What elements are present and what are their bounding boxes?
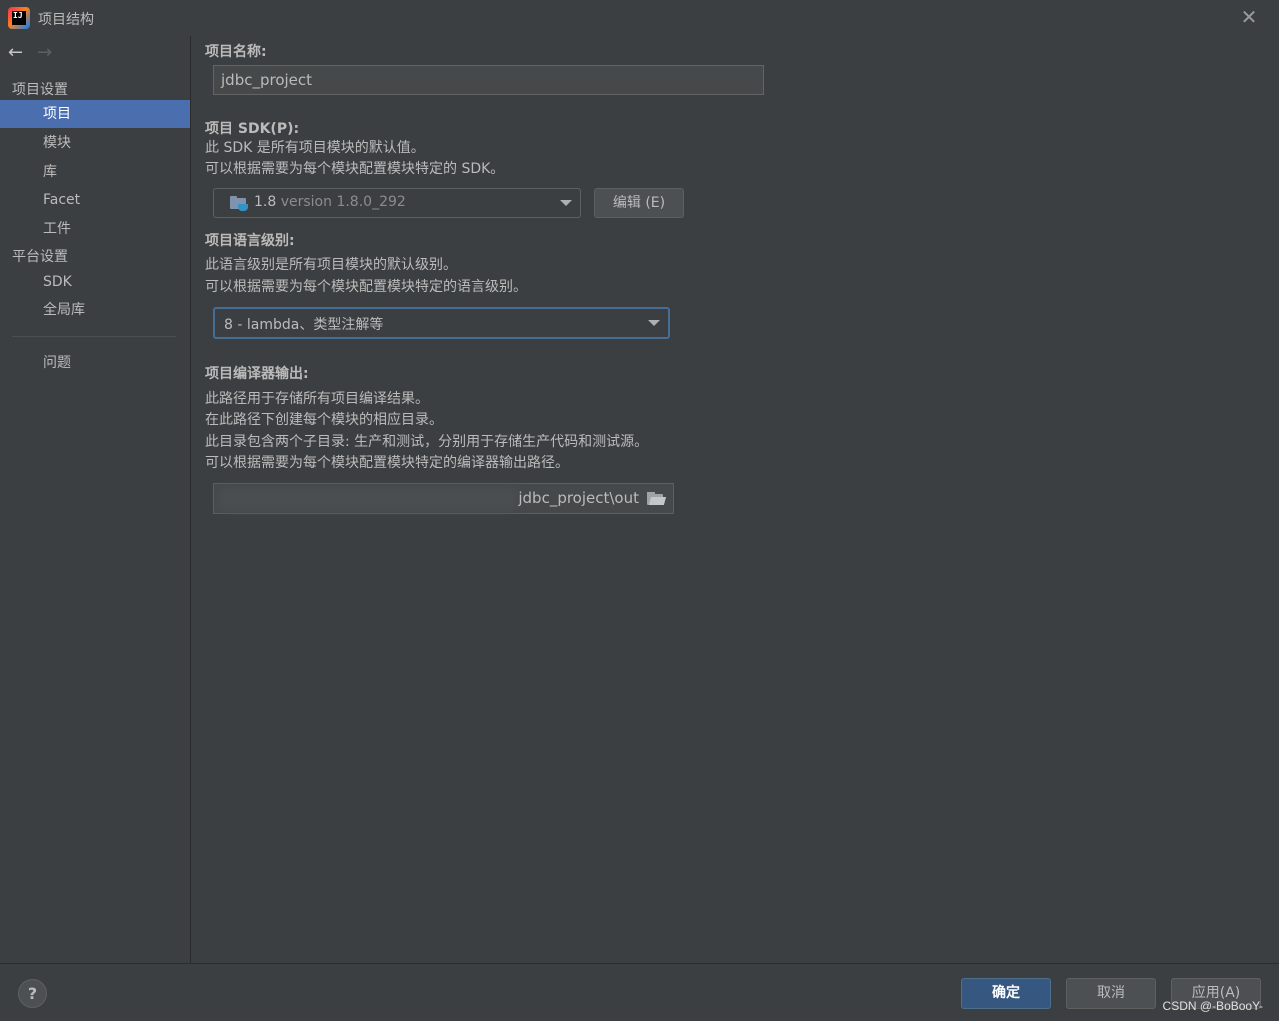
project-name-input[interactable]: jdbc_project (213, 65, 764, 95)
language-level-dropdown[interactable]: 8 - lambda、类型注解等 (213, 307, 670, 339)
csdn-watermark: CSDN @-BoBooY- (1162, 999, 1263, 1013)
sidebar-divider (12, 336, 176, 337)
redacted-path-blur (218, 487, 518, 511)
sdk-version-detail: version 1.8.0_292 (280, 194, 406, 210)
sidebar-item-sdks[interactable]: SDK (0, 268, 190, 296)
cancel-button[interactable]: 取消 (1066, 978, 1156, 1009)
sidebar-item-global-libraries[interactable]: 全局库 (0, 296, 190, 324)
sidebar-item-libraries[interactable]: 库 (0, 158, 190, 186)
chevron-down-icon (648, 320, 660, 326)
sidebar-item-modules[interactable]: 模块 (0, 129, 190, 157)
compiler-output-desc-3: 此目录包含两个子目录: 生产和测试，分别用于存储生产代码和测试源。 (205, 434, 649, 450)
sidebar: ← → 项目设置 项目 模块 库 Facet 工件 平台设置 SDK 全局库 问… (0, 36, 191, 963)
compiler-output-desc-2: 在此路径下创建每个模块的相应目录。 (205, 412, 443, 428)
window-title: 项目结构 (38, 12, 94, 28)
sidebar-item-artifacts[interactable]: 工件 (0, 215, 190, 243)
language-level-value: 8 - lambda、类型注解等 (224, 317, 384, 333)
title-bar: IJ 项目结构 ✕ (0, 0, 1279, 36)
chevron-down-icon (560, 200, 572, 206)
language-level-desc-2: 可以根据需要为每个模块配置模块特定的语言级别。 (205, 279, 527, 295)
project-sdk-desc-2: 可以根据需要为每个模块配置模块特定的 SDK。 (205, 161, 505, 177)
compiler-output-label: 项目编译器输出: (205, 366, 309, 382)
compiler-output-desc-1: 此路径用于存储所有项目编译结果。 (205, 391, 429, 407)
back-arrow-icon[interactable]: ← (8, 42, 23, 64)
compiler-output-path-input[interactable]: jdbc_project\out (213, 483, 674, 514)
sidebar-item-problems[interactable]: 问题 (0, 349, 190, 377)
sidebar-item-facets[interactable]: Facet (0, 186, 190, 214)
compiler-output-path: jdbc_project\out (518, 489, 639, 507)
language-level-label: 项目语言级别: (205, 233, 295, 249)
language-level-desc-1: 此语言级别是所有项目模块的默认级别。 (205, 257, 457, 273)
nav-arrows: ← → (8, 42, 52, 64)
sdk-dropdown[interactable]: 1.8 version 1.8.0_292 (213, 188, 581, 218)
help-button[interactable]: ? (18, 979, 47, 1008)
edit-sdk-button[interactable]: 编辑 (E) (594, 188, 684, 218)
dialog-footer: ? 确定 取消 应用(A) CSDN @-BoBooY- (0, 963, 1279, 1021)
sidebar-item-project[interactable]: 项目 (0, 100, 190, 128)
ok-button[interactable]: 确定 (961, 978, 1051, 1009)
sdk-value: 1.8 version 1.8.0_292 (254, 194, 406, 210)
forward-arrow-icon[interactable]: → (37, 42, 52, 64)
close-icon[interactable]: ✕ (1239, 6, 1259, 28)
section-header-project-settings: 项目设置 (12, 82, 68, 98)
sdk-folder-icon (230, 196, 248, 211)
browse-folder-icon[interactable] (647, 492, 667, 505)
section-header-platform-settings: 平台设置 (12, 249, 68, 265)
project-sdk-label: 项目 SDK(P): (205, 121, 300, 137)
project-sdk-desc-1: 此 SDK 是所有项目模块的默认值。 (205, 140, 425, 156)
main-panel: 项目名称: jdbc_project 项目 SDK(P): 此 SDK 是所有项… (192, 36, 1279, 963)
compiler-output-desc-4: 可以根据需要为每个模块配置模块特定的编译器输出路径。 (205, 455, 569, 471)
project-name-label: 项目名称: (205, 44, 267, 60)
sdk-version: 1.8 (254, 194, 277, 210)
intellij-logo-icon: IJ (8, 7, 30, 29)
